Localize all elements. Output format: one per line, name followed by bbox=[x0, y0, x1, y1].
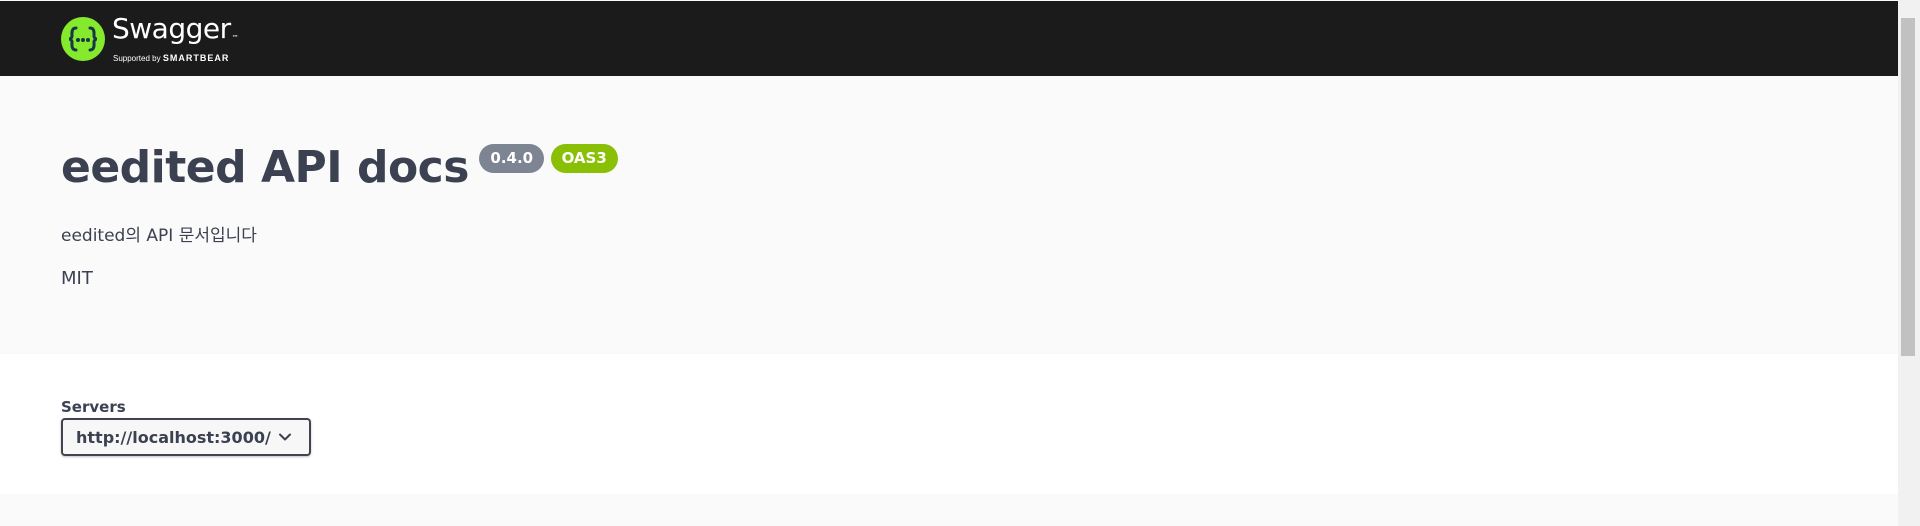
logo-title: Swagger™ bbox=[112, 11, 239, 51]
version-badge: 0.4.0 bbox=[479, 144, 545, 173]
logo-text: Swagger™ Supported by SMARTBEAR bbox=[112, 11, 239, 65]
api-title: eedited API docs bbox=[61, 142, 469, 193]
vertical-scrollbar[interactable] bbox=[1898, 0, 1920, 526]
content-area bbox=[0, 494, 1898, 526]
logo-title-text: Swagger bbox=[112, 11, 231, 45]
servers-section: Servers http://localhost:3000/ bbox=[0, 354, 1898, 494]
logo-trademark: ™ bbox=[231, 33, 239, 42]
server-selected-value: http://localhost:3000/ bbox=[76, 427, 271, 447]
viewport: Swagger™ Supported by SMARTBEAR eedited … bbox=[0, 0, 1898, 526]
top-bar: Swagger™ Supported by SMARTBEAR bbox=[0, 1, 1898, 76]
server-select[interactable]: http://localhost:3000/ bbox=[61, 418, 311, 456]
title-row: eedited API docs 0.4.0 OAS3 bbox=[61, 138, 618, 198]
servers-label: Servers bbox=[61, 398, 126, 416]
swagger-logo-link[interactable]: Swagger™ Supported by SMARTBEAR bbox=[61, 11, 239, 65]
logo-supported-prefix: Supported by bbox=[113, 53, 161, 63]
swagger-logo-icon bbox=[61, 17, 105, 61]
oas-badge: OAS3 bbox=[550, 144, 618, 173]
logo-supported-brand: SMARTBEAR bbox=[162, 52, 230, 63]
logo-subtitle: Supported by SMARTBEAR bbox=[113, 52, 238, 65]
info-section: eedited API docs 0.4.0 OAS3 eedited의 API… bbox=[0, 76, 1898, 354]
chevron-down-icon bbox=[278, 430, 292, 449]
license-link[interactable]: MIT bbox=[61, 267, 93, 291]
scrollbar-thumb[interactable] bbox=[1901, 18, 1915, 356]
api-description: eedited의 API 문서입니다 bbox=[61, 226, 257, 246]
